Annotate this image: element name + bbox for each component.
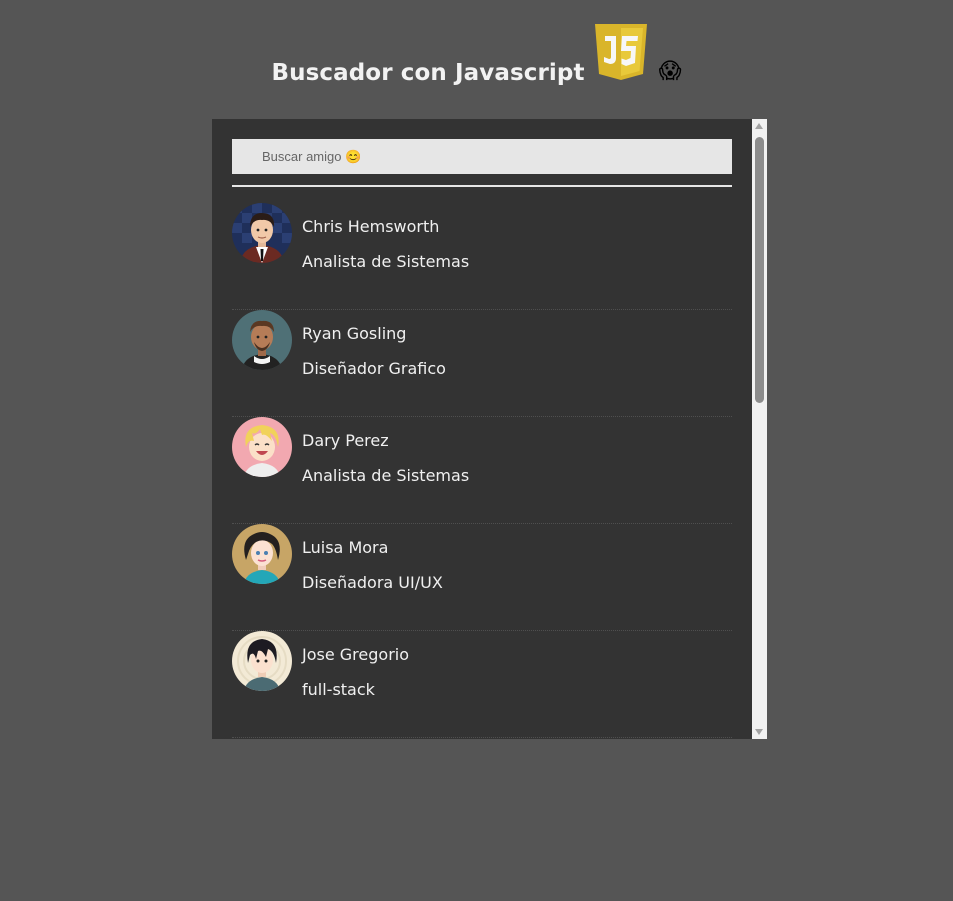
friend-role: Diseñadora UI/UX	[302, 573, 443, 592]
search-input[interactable]	[232, 139, 732, 174]
page-header: Buscador con Javascript 😱	[0, 18, 953, 88]
avatar-man-beard-icon	[232, 310, 292, 370]
panel-scrollbar[interactable]	[752, 119, 767, 739]
scream-emoji-icon: 😱	[658, 59, 682, 84]
friends-panel: Chris Hemsworth Analista de Sistemas Rya…	[212, 119, 752, 739]
scroll-thumb[interactable]	[755, 137, 764, 403]
search-bar	[232, 139, 732, 187]
avatar-man-suit-icon	[232, 203, 292, 263]
friend-name: Luisa Mora	[302, 538, 389, 557]
friend-role: Analista de Sistemas	[302, 252, 470, 271]
avatar-blonde-laughing-icon	[232, 417, 292, 477]
friend-name: Chris Hemsworth	[302, 217, 440, 236]
list-item[interactable]: Ryan Gosling Diseñador Grafico	[232, 310, 732, 417]
avatar-woman-curly-icon	[232, 524, 292, 584]
friend-role: Analista de Sistemas	[302, 466, 470, 485]
list-item[interactable]: Jose Gregorio full-stack	[232, 631, 732, 738]
friends-list: Chris Hemsworth Analista de Sistemas Rya…	[232, 203, 732, 738]
friend-role: full-stack	[302, 680, 375, 699]
list-item[interactable]: Luisa Mora Diseñadora UI/UX	[232, 524, 732, 631]
javascript-logo-icon	[593, 24, 649, 80]
friend-name: Dary Perez	[302, 431, 389, 450]
avatar-man-dark-hair-icon	[232, 631, 292, 691]
friend-name: Jose Gregorio	[302, 645, 409, 664]
scroll-down-arrow-icon[interactable]	[755, 729, 763, 735]
friend-name: Ryan Gosling	[302, 324, 407, 343]
list-item[interactable]: Dary Perez Analista de Sistemas	[232, 417, 732, 524]
page-title: Buscador con Javascript	[271, 60, 585, 86]
list-item[interactable]: Chris Hemsworth Analista de Sistemas	[232, 203, 732, 310]
friend-role: Diseñador Grafico	[302, 359, 446, 378]
scroll-up-arrow-icon[interactable]	[755, 123, 763, 129]
